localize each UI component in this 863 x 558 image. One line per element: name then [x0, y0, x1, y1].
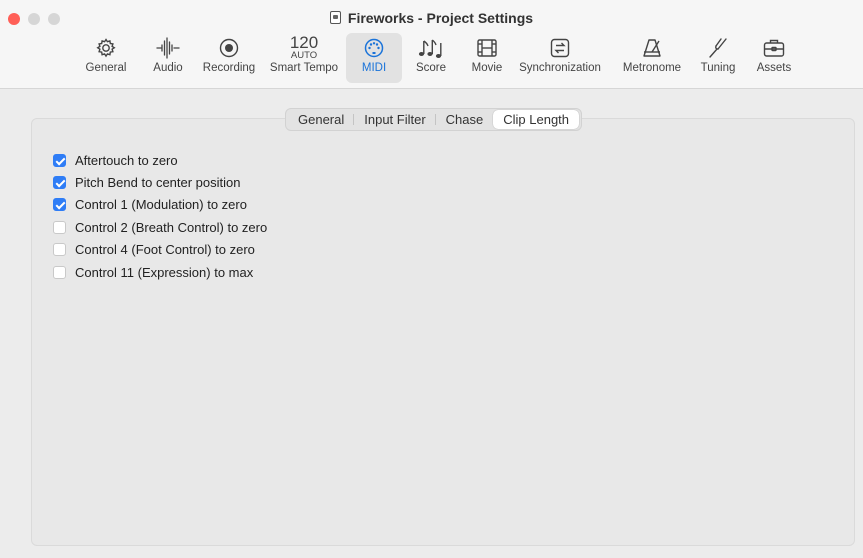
toolbar-recording[interactable]: Recording: [199, 33, 259, 83]
toolbar-metronome[interactable]: Metronome: [619, 33, 685, 83]
tab-chase[interactable]: Chase: [436, 110, 494, 129]
tempo-readout: 120 AUTO: [289, 33, 319, 61]
option-label: Aftertouch to zero: [75, 152, 178, 168]
project-settings-window: Fireworks - Project Settings General Aud…: [0, 0, 863, 558]
midi-port-icon: [363, 33, 385, 59]
expression-checkbox[interactable]: [53, 265, 66, 279]
toolbar-tuning[interactable]: Tuning: [697, 33, 739, 83]
option-label: Control 1 (Modulation) to zero: [75, 197, 247, 213]
option-control-2-breath[interactable]: Control 2 (Breath Control) to zero: [53, 216, 267, 238]
toolbar-general[interactable]: General: [83, 33, 129, 83]
breath-control-checkbox[interactable]: [53, 220, 66, 234]
toolbar-movie[interactable]: Movie: [469, 33, 505, 83]
window-title: Fireworks - Project Settings: [0, 10, 863, 26]
title-bar: Fireworks - Project Settings General Aud…: [0, 0, 863, 89]
toolbar-score[interactable]: Score: [413, 33, 449, 83]
metronome-icon: [640, 33, 664, 59]
toolbar-synchronization[interactable]: Synchronization: [508, 33, 612, 83]
option-control-1-modulation[interactable]: Control 1 (Modulation) to zero: [53, 194, 267, 216]
toolbar-assets[interactable]: Assets: [752, 33, 796, 83]
tab-input-filter[interactable]: Input Filter: [354, 110, 437, 129]
option-aftertouch-to-zero[interactable]: Aftertouch to zero: [53, 149, 267, 171]
pitch-bend-checkbox[interactable]: [53, 176, 66, 190]
modulation-checkbox[interactable]: [53, 198, 66, 212]
tuning-fork-icon: [706, 33, 730, 59]
midi-settings-tabs: General Input Filter Chase Clip Length: [285, 108, 583, 131]
record-icon: [218, 33, 240, 59]
aftertouch-checkbox[interactable]: [53, 153, 66, 167]
music-notes-icon: [417, 33, 445, 59]
option-label: Control 11 (Expression) to max: [75, 264, 254, 280]
option-label: Pitch Bend to center position: [75, 175, 241, 191]
sync-icon: [549, 33, 571, 59]
waveform-icon: [155, 33, 181, 59]
option-control-4-foot[interactable]: Control 4 (Foot Control) to zero: [53, 239, 267, 261]
film-icon: [476, 33, 498, 59]
toolbar-smart-tempo[interactable]: 120 AUTO Smart Tempo: [266, 33, 342, 83]
option-control-11-expression[interactable]: Control 11 (Expression) to max: [53, 261, 267, 283]
tempo-mode: AUTO: [290, 50, 318, 61]
option-label: Control 4 (Foot Control) to zero: [75, 242, 255, 258]
gear-icon: [95, 33, 117, 59]
briefcase-icon: [762, 33, 786, 59]
toolbar-midi[interactable]: MIDI: [346, 33, 402, 83]
foot-control-checkbox[interactable]: [53, 243, 66, 257]
option-pitch-bend-center[interactable]: Pitch Bend to center position: [53, 171, 267, 193]
clip-length-options: Aftertouch to zero Pitch Bend to center …: [53, 149, 267, 283]
tab-general[interactable]: General: [288, 110, 355, 129]
toolbar-audio[interactable]: Audio: [148, 33, 188, 83]
tempo-value: 120: [289, 33, 319, 52]
option-label: Control 2 (Breath Control) to zero: [75, 219, 268, 235]
tab-clip-length[interactable]: Clip Length: [493, 110, 580, 129]
document-icon: [329, 11, 341, 24]
